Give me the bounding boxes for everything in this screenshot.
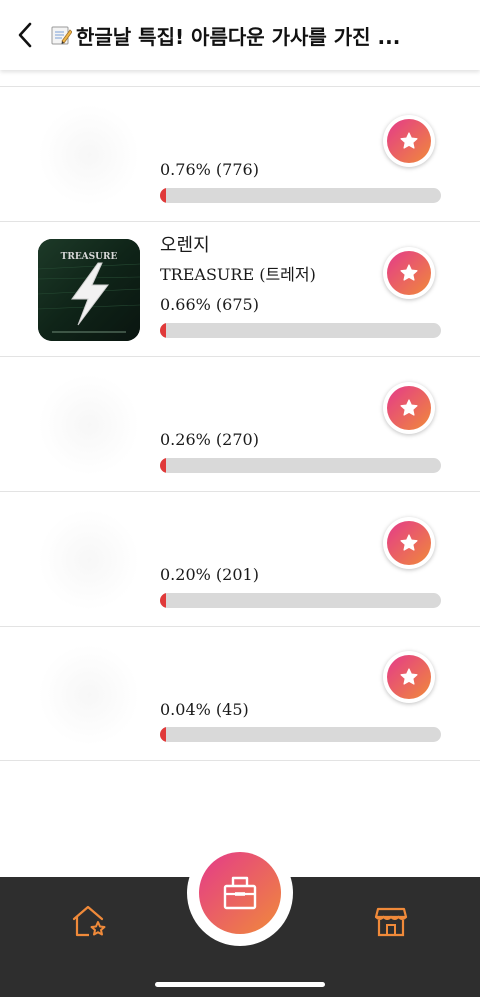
item-info: 0.20% (201) — [160, 502, 380, 590]
star-icon — [400, 534, 418, 551]
vote-button[interactable] — [383, 651, 435, 703]
vote-button[interactable] — [383, 517, 435, 569]
vote-button[interactable] — [383, 247, 435, 299]
artist-name — [160, 665, 380, 695]
list-item[interactable]: 0.04% (45) — [0, 626, 480, 761]
list-item[interactable]: 0.76% (776) — [0, 86, 480, 221]
vote-progress-bar — [160, 323, 441, 338]
vote-progress-fill — [160, 323, 166, 338]
vote-stat: 0.20% (201) — [160, 565, 259, 584]
list-item[interactable]: 0.20% (201) — [0, 491, 480, 626]
song-title — [160, 637, 380, 665]
list-item[interactable]: 0.26% (270) — [0, 356, 480, 491]
vote-home-button[interactable] — [199, 852, 281, 934]
treasure-album-art: TREASURE — [38, 239, 140, 341]
vote-button[interactable] — [383, 115, 435, 167]
album-thumbnail: TREASURE — [38, 239, 140, 341]
store-button[interactable] — [367, 897, 415, 945]
vote-progress-fill — [160, 727, 166, 742]
item-info: 0.26% (270) — [160, 367, 380, 455]
vote-home-button-wrap — [187, 840, 293, 946]
vote-stat: 0.26% (270) — [160, 430, 259, 449]
vote-progress-bar — [160, 727, 441, 742]
album-thumbnail — [38, 509, 140, 611]
album-thumbnail — [38, 104, 140, 206]
vote-button[interactable] — [383, 382, 435, 434]
vote-progress-fill — [160, 188, 166, 203]
ballot-box-icon — [223, 876, 257, 910]
song-title — [160, 367, 380, 395]
vote-progress-bar — [160, 593, 441, 608]
memo-icon — [51, 26, 72, 45]
artist-name — [160, 395, 380, 425]
home-indicator — [155, 982, 325, 987]
song-title — [160, 97, 380, 125]
star-icon — [400, 399, 418, 416]
vote-stat: 0.04% (45) — [160, 700, 249, 719]
vote-stat: 0.66% (675) — [160, 295, 259, 314]
item-info: 0.04% (45) — [160, 637, 380, 725]
star-icon — [400, 668, 418, 685]
album-thumbnail — [38, 374, 140, 476]
chevron-left-icon — [18, 22, 32, 48]
artist-name: TREASURE (트레저) — [160, 265, 316, 284]
artist-name — [160, 530, 380, 560]
vote-stat: 0.76% (776) — [160, 160, 259, 179]
vote-progress-fill — [160, 593, 166, 608]
album-thumbnail — [38, 644, 140, 746]
home-favorite-button[interactable] — [64, 897, 112, 945]
star-icon — [400, 132, 418, 149]
home-star-icon — [72, 905, 106, 937]
page-title-text: 한글날 특집! 아름다운 가사를 가진 ... — [76, 24, 401, 49]
back-button[interactable] — [0, 0, 50, 70]
page-title: 한글날 특집! 아름다운 가사를 가진 ... — [50, 21, 470, 50]
top-bar: 한글날 특집! 아름다운 가사를 가진 ... — [0, 0, 480, 70]
star-icon — [400, 264, 418, 281]
item-info: 0.76% (776) — [160, 97, 380, 185]
vote-progress-fill — [160, 458, 166, 473]
ranking-list: 0.76% (776) TREASURE 오렌지 TREASURE (트레저) … — [0, 86, 480, 761]
vote-progress-bar — [160, 188, 441, 203]
vote-progress-bar — [160, 458, 441, 473]
song-title — [160, 502, 380, 530]
list-item[interactable]: TREASURE 오렌지 TREASURE (트레저) 0.66% (675) — [0, 221, 480, 356]
store-icon — [374, 907, 408, 937]
song-title: 오렌지 — [160, 235, 210, 256]
artist-name — [160, 125, 380, 155]
item-info: 오렌지 TREASURE (트레저) 0.66% (675) — [160, 232, 380, 320]
album-text: TREASURE — [61, 252, 118, 262]
